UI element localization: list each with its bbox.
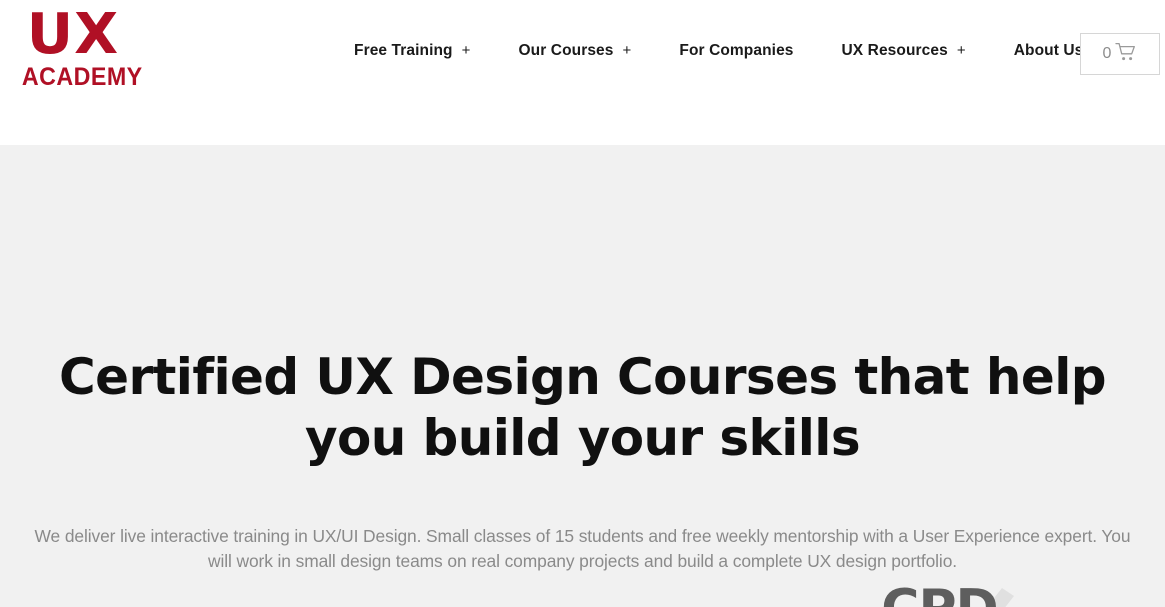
cart-count: 0 [1102,45,1112,62]
logo-ux-text: UX [26,2,120,67]
plus-icon: + [622,42,632,59]
nav-item-free-training[interactable]: Free Training + [330,40,495,62]
hero-section: Certified UX Design Courses that help yo… [0,145,1165,607]
logo-academy-text: ACADEMY [21,63,143,91]
cpd-certified-badge: CPD CERTIFIED The CPD Certification Serv… [852,582,1027,607]
site-header: UX ACADEMY Free Training + Our Courses +… [0,0,1165,145]
hero-subtitle: We deliver live interactive training in … [34,526,1131,571]
nav-item-for-companies[interactable]: For Companies [655,40,817,62]
nav-item-ux-resources[interactable]: UX Resources + [818,40,990,62]
nav-label: Free Training [354,42,453,59]
site-logo[interactable]: UX ACADEMY [18,2,143,92]
nav-label: About Us [1013,42,1084,59]
main-navigation: Free Training + Our Courses + For Compan… [330,40,1125,62]
nav-label: Our Courses [518,42,614,59]
plus-icon: + [956,42,966,59]
nav-label: UX Resources [841,42,948,59]
cart-button[interactable]: 0 [1080,33,1160,75]
shopping-cart-icon [1115,42,1137,67]
nav-item-our-courses[interactable]: Our Courses + [495,40,656,62]
cpd-main-text: CPD [852,582,1027,607]
nav-label: For Companies [679,42,794,59]
plus-icon: + [461,42,471,59]
hero-title: Certified UX Design Courses that help yo… [59,348,1107,467]
